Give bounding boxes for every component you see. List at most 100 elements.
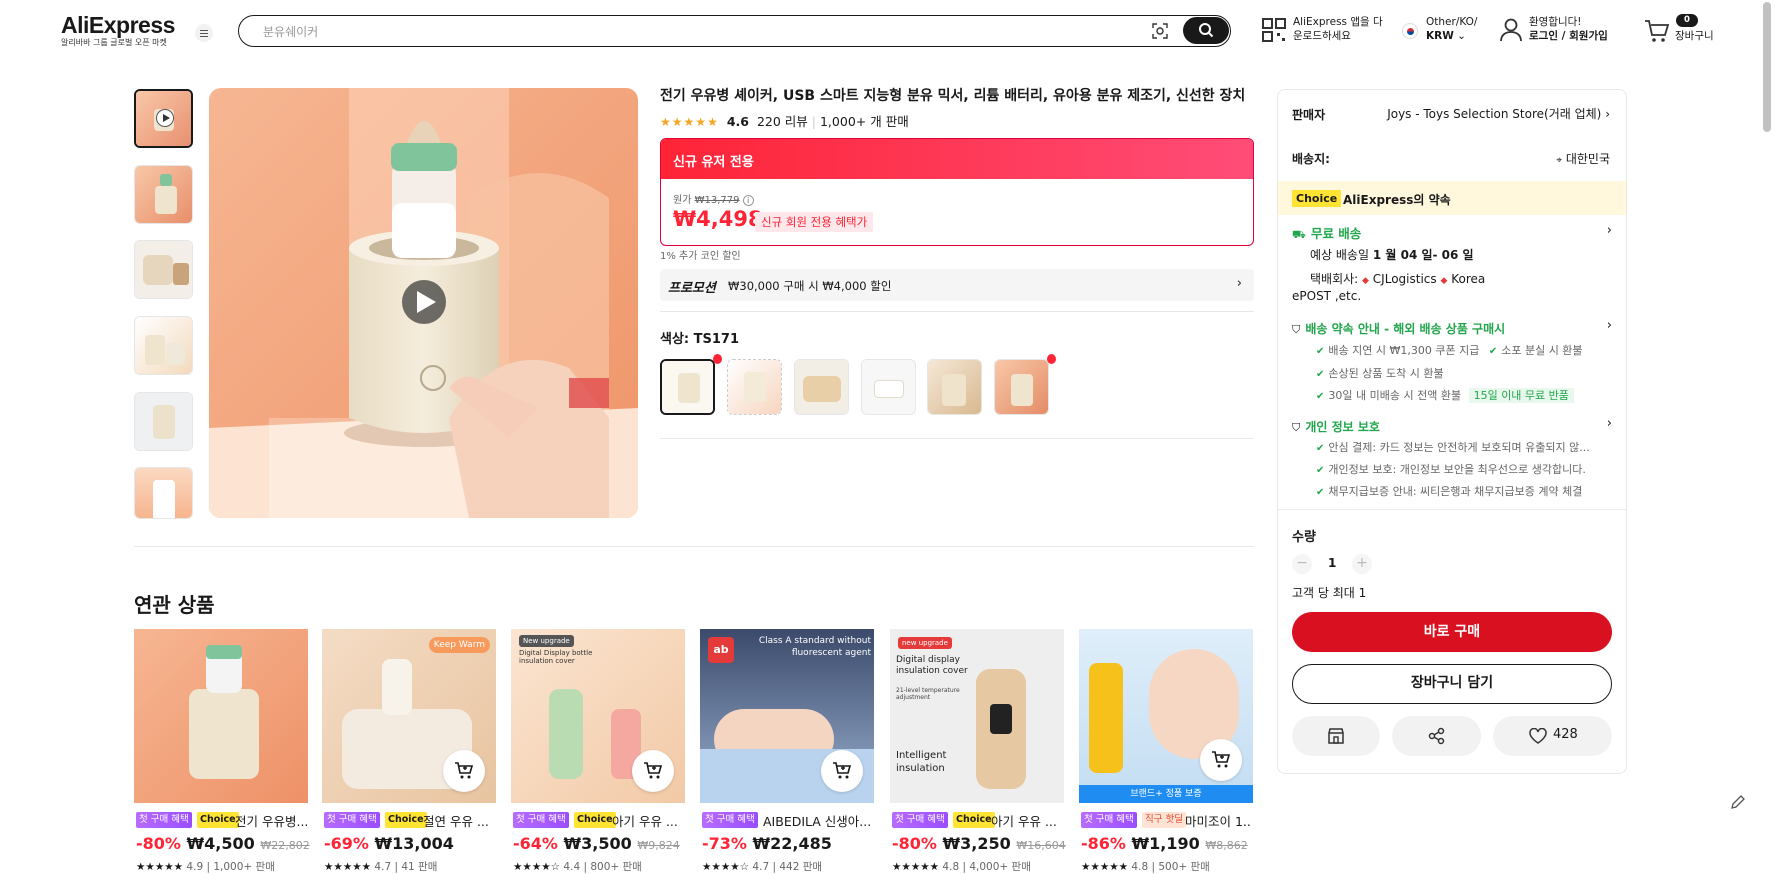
add-to-cart-button[interactable] [1200,739,1242,781]
eta-row: 예상 배송일 1 월 04 일- 06 일 [1310,248,1474,262]
add-to-cart-button[interactable] [443,750,485,792]
qr-code-icon[interactable] [1262,18,1286,46]
shield-icon: ⛉ [1292,421,1301,434]
privacy-row[interactable]: ⛉ 개인 정보 보호 › [1292,416,1612,435]
promotion-text: ₩30,000 구매 시 ₩4,000 할인 [728,279,892,293]
chevron-down-icon: ⌄ [1457,30,1466,42]
brand-plus-banner: 브랜드+ 정품 보증 [1079,785,1253,803]
gallery-thumb[interactable] [134,316,193,375]
share-icon [1428,727,1445,745]
product-name[interactable]: AIBEDILA 신생아... [763,811,873,830]
sale-price: ₩4,498 [673,207,763,231]
store-button[interactable] [1292,716,1380,756]
account-menu[interactable]: 환영합니다! 로그인 / 회원가입 [1529,15,1608,43]
camera-search-icon[interactable] [1151,22,1169,40]
product-name[interactable]: 마미조이 1... [1185,811,1252,830]
guarantee-item: ✔ 30일 내 미배송 시 전액 환불 15일 이내 무료 반품 [1316,387,1574,403]
delivery-guarantee-row[interactable]: ⛉ 배송 약속 안내 - 해외 배송 상품 구매시 › [1292,318,1612,337]
user-icon[interactable] [1500,18,1522,46]
rating-row: ★★★★★ 4.8 | 4,000+ 판매 [892,861,1031,873]
color-swatch[interactable] [927,359,982,415]
product-price: ₩1,190 [1131,834,1200,853]
guarantee-item: ✔ 손상된 상품 도착 시 환불 [1316,367,1444,380]
ship-to-label: 배송지: [1292,152,1330,166]
search-input[interactable]: 분유쉐이커 [263,23,318,40]
choice-tag: Choice [1292,190,1342,207]
ship-to-selector[interactable]: ⌖ 대한민국 [1556,150,1610,167]
choice-promise-text: AliExpress의 약속 [1343,193,1451,207]
gallery-thumb-video[interactable] [134,89,193,148]
gallery-thumb[interactable] [134,165,193,224]
add-to-cart-button[interactable]: 장바구니 담기 [1292,664,1612,704]
color-swatch[interactable] [861,359,916,415]
wishlist-button[interactable]: 428 [1493,716,1612,756]
product-card[interactable]: New upgrade Digital Display bottle insul… [511,629,685,874]
review-count[interactable]: 220 리뷰 [757,114,808,129]
color-swatch[interactable] [794,359,849,415]
product-price: ₩4,500 [186,834,255,853]
buy-now-button[interactable]: 바로 구매 [1292,612,1612,652]
color-label: 색상: TS171 [660,332,740,347]
menu-icon[interactable] [195,24,213,42]
quantity-increase-button[interactable]: + [1352,554,1372,574]
color-swatch[interactable] [660,359,715,415]
new-user-price-box: 신규 유저 전용 원가 ₩13,779 i ₩4,498 신규 회원 전용 혜택… [660,138,1254,246]
original-price: ₩22,802 [260,839,310,852]
color-swatch[interactable] [727,359,782,415]
product-card[interactable]: 브랜드+ 정품 보증 첫 구매 혜택 직구 핫딜 마미조이 1... -86% … [1079,629,1253,874]
cart-label[interactable]: 장바구니 [1675,29,1714,43]
brand-logo: ab [708,637,734,663]
product-price: ₩3,250 [942,834,1011,853]
seller-label: 판매자 [1292,108,1326,122]
promotion-row[interactable]: 프로모션 ₩30,000 구매 시 ₩4,000 할인 › [660,269,1254,301]
app-download-link[interactable]: AliExpress 앱을 다 운로드하세요 [1293,15,1383,43]
search-button[interactable] [1183,17,1229,44]
product-image[interactable] [134,629,308,803]
chevron-right-icon: › [1236,276,1242,291]
cart-icon[interactable] [1644,19,1670,47]
scrollbar-thumb[interactable] [1763,2,1771,132]
rating-row: ★★★★★ 4.7 | 41 판매 [324,861,438,873]
add-to-cart-button[interactable] [821,750,863,792]
gallery-thumb[interactable] [134,392,193,451]
seller-link[interactable]: Joys - Toys Selection Store(거래 업체) › [1387,105,1610,122]
privacy-item: ✔ 개인정보 보호: 개인정보 보안을 최우선으로 생각합니다. [1316,463,1586,476]
main-product-image[interactable] [209,88,638,518]
digital-insulation-text: Digital display insulation cover [896,655,968,676]
product-name[interactable]: 전기 우유병... [235,811,307,830]
region-selector[interactable]: Other/KO/ KRW ⌄ [1426,15,1477,43]
search-bar: 분유쉐이커 [238,15,1231,47]
product-price: ₩22,485 [752,834,832,853]
chevron-right-icon: › [1606,416,1612,431]
quantity-value[interactable]: 1 [1328,556,1336,570]
rating-stars: ★★★★★ [660,115,718,129]
product-name[interactable]: 절연 우유 ... [423,811,495,830]
first-purchase-badge: 첫 구매 혜택 [136,812,192,828]
edit-icon[interactable] [1730,794,1746,814]
free-shipping-row[interactable]: ⛟ 무료 배송 › [1292,223,1612,243]
aliexpress-logo[interactable]: AliExpress [61,12,175,39]
gallery-thumb[interactable] [134,240,193,299]
wishlist-count: 428 [1553,727,1578,742]
product-image[interactable]: new upgrade Digital display insulation c… [890,629,1064,803]
intelligent-insulation-text: Intelligent insulation [896,750,947,774]
product-card[interactable]: Keep Warm 첫 구매 혜택 Choice 절연 우유 ... -69% … [322,629,496,874]
first-purchase-badge: 첫 구매 혜택 [513,812,569,828]
product-image[interactable]: New upgrade Digital Display bottle insul… [511,629,685,803]
product-card[interactable]: new upgrade Digital display insulation c… [890,629,1066,874]
share-button[interactable] [1392,716,1481,756]
product-card[interactable]: 첫 구매 혜택 Choice 전기 우유병... -80% ₩4,500 ₩22… [134,629,310,874]
product-image[interactable]: Keep Warm [322,629,496,803]
product-name[interactable]: 아기 우유 ... [612,811,684,830]
related-products-title: 연관 상품 [134,593,215,617]
product-image[interactable]: ab Class A standard without fluorescent … [700,629,874,803]
add-to-cart-button[interactable] [632,750,674,792]
product-card[interactable]: ab Class A standard without fluorescent … [700,629,874,874]
hot-flame-icon [713,354,722,364]
info-icon[interactable]: i [742,195,754,206]
product-image[interactable]: 브랜드+ 정품 보증 [1079,629,1253,803]
color-swatch[interactable] [994,359,1049,415]
product-name[interactable]: 아기 우유 ... [991,811,1063,830]
gallery-thumb[interactable] [134,467,193,519]
quantity-decrease-button[interactable]: − [1292,554,1312,574]
